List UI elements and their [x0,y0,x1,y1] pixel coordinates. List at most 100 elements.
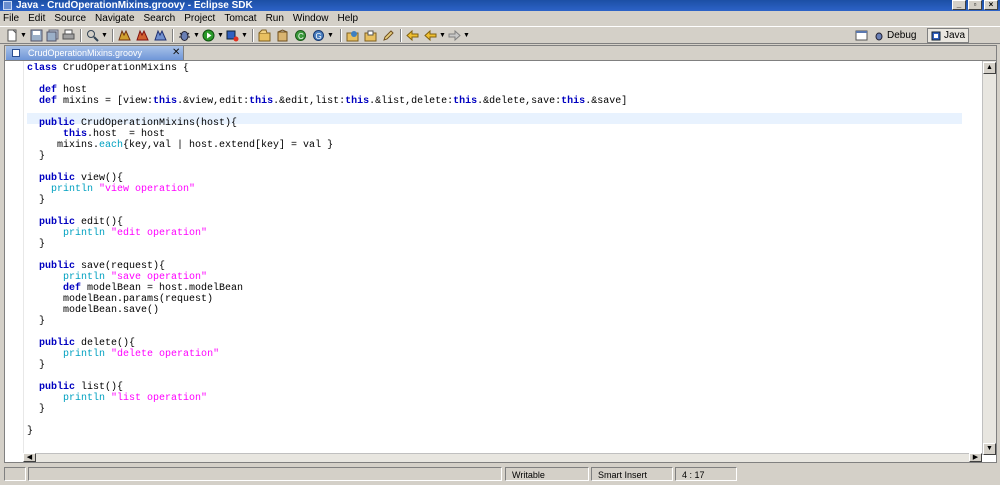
new-class-icon[interactable]: C [294,29,307,42]
java-perspective-icon [931,31,941,40]
code-line: } [27,404,46,415]
status-cursor-position: 4 : 17 [675,467,737,481]
status-insert-mode: Smart Insert [591,467,673,481]
run-dropdown-icon[interactable]: ▼ [217,29,224,42]
status-empty-field [28,467,502,481]
code-line: println "delete operation" [63,349,220,360]
back-arrow-icon[interactable] [424,29,437,42]
scroll-up-icon[interactable]: ▲ [983,62,996,74]
new-icon[interactable] [6,29,19,42]
vertical-scrollbar[interactable]: ▲ ▼ [982,61,996,455]
toolbar-separator [80,29,82,42]
minimize-button[interactable]: _ [952,0,966,10]
debug-perspective-icon [875,32,883,40]
maximize-button[interactable]: ▫ [968,0,982,10]
code-line: } [27,360,46,371]
toolbar-separator [172,29,174,42]
perspective-java[interactable]: Java [927,28,970,43]
code-line: mixins.each{key,val | host.extend[key] =… [27,140,334,151]
forward-dropdown-icon[interactable]: ▼ [463,29,470,42]
close-icon[interactable]: ✕ [172,46,180,60]
menu-edit[interactable]: Edit [28,13,45,24]
new-dropdown-icon[interactable]: ▼ [20,29,27,42]
scroll-right-icon[interactable]: ▶ [969,453,982,462]
save-icon[interactable] [30,29,43,42]
code-line: } [27,239,46,250]
tomcat-restart-icon[interactable] [154,29,167,42]
code-line: public delete(){ [39,338,136,349]
close-button[interactable]: × [984,0,998,10]
svg-text:G: G [316,32,322,41]
window-title: Java - CrudOperationMixins.groovy - Ecli… [16,0,253,11]
groovy-file-icon [12,49,20,57]
status-bar: Writable Smart Insert 4 : 17 [0,466,1000,483]
run-icon[interactable] [202,29,215,42]
tomcat-stop-icon[interactable] [136,29,149,42]
code-line: public edit(){ [39,217,124,228]
status-writable: Writable [505,467,589,481]
external-tools-icon[interactable] [226,29,239,42]
horizontal-scrollbar[interactable]: ◀ ▶ [23,453,982,462]
code-line: this.host = host [63,129,166,140]
code-line: println "save operation" [63,272,208,283]
menu-navigate[interactable]: Navigate [95,13,134,24]
code-line: println "view operation" [51,184,196,195]
open-type-icon[interactable] [346,29,359,42]
code-line: def modelBean = host.modelBean [63,283,244,294]
code-line: public view(){ [39,173,124,184]
code-line: public CrudOperationMixins(host){ [39,118,238,129]
tomcat-start-icon[interactable] [118,29,131,42]
back-dropdown-icon[interactable]: ▼ [439,29,446,42]
scroll-left-icon[interactable]: ◀ [23,453,36,462]
open-perspective-icon[interactable] [855,29,868,42]
new-groovy-dropdown-icon[interactable]: ▼ [327,29,334,42]
menu-search[interactable]: Search [144,13,176,24]
code-line: } [27,195,46,206]
toolbar-separator [112,29,114,42]
perspective-java-label: Java [944,30,966,41]
forward-arrow-icon[interactable] [448,29,461,42]
code-line: def host [39,85,88,96]
search-dropdown-icon[interactable]: ▼ [101,29,108,42]
tab-crud-operation-mixins[interactable]: CrudOperationMixins.groovy ✕ [6,46,184,60]
menu-file[interactable]: File [3,13,19,24]
pen-edit-icon[interactable] [382,29,395,42]
menu-run[interactable]: Run [266,13,284,24]
save-all-icon[interactable] [46,29,59,42]
open-resource-icon[interactable] [364,29,377,42]
last-edit-icon[interactable] [406,29,419,42]
code-line: modelBean.params(request) [27,294,214,305]
code-line: println "list operation" [63,393,208,404]
menu-help[interactable]: Help [338,13,359,24]
search-tool-icon[interactable] [86,29,99,42]
menu-bar: File Edit Source Navigate Search Project… [0,12,1000,25]
code-line: def mixins = [view:this.&view,edit:this.… [39,96,628,107]
status-message-area [4,467,26,481]
code-line: modelBean.save() [27,305,160,316]
menu-window[interactable]: Window [293,13,329,24]
code-line: class CrudOperationMixins { [27,63,190,74]
external-tools-dropdown-icon[interactable]: ▼ [241,29,248,42]
scroll-down-icon[interactable]: ▼ [983,443,996,455]
perspective-debug[interactable]: Debug [871,28,919,43]
code-line: public save(request){ [39,261,166,272]
editor-tab-bar: CrudOperationMixins.groovy ✕ [5,46,996,61]
menu-tomcat[interactable]: Tomcat [224,13,256,24]
toolbar-separator [400,29,402,42]
new-groovy-icon[interactable]: G [312,29,325,42]
menu-project[interactable]: Project [184,13,215,24]
editor-ruler [5,61,24,456]
editor-area: CrudOperationMixins.groovy ✕ class CrudO… [4,45,997,463]
new-package-icon[interactable] [276,29,289,42]
code-line: } [27,426,34,437]
menu-source[interactable]: Source [54,13,86,24]
print-icon[interactable] [62,29,75,42]
debug-icon[interactable] [178,29,191,42]
code-editor[interactable]: class CrudOperationMixins { def host def… [27,63,962,457]
eclipse-window-icon [3,1,12,10]
toolbar-separator [340,29,342,42]
new-java-project-icon[interactable] [258,29,271,42]
debug-dropdown-icon[interactable]: ▼ [193,29,200,42]
tab-label: CrudOperationMixins.groovy [28,48,143,58]
code-line: public list(){ [39,382,124,393]
